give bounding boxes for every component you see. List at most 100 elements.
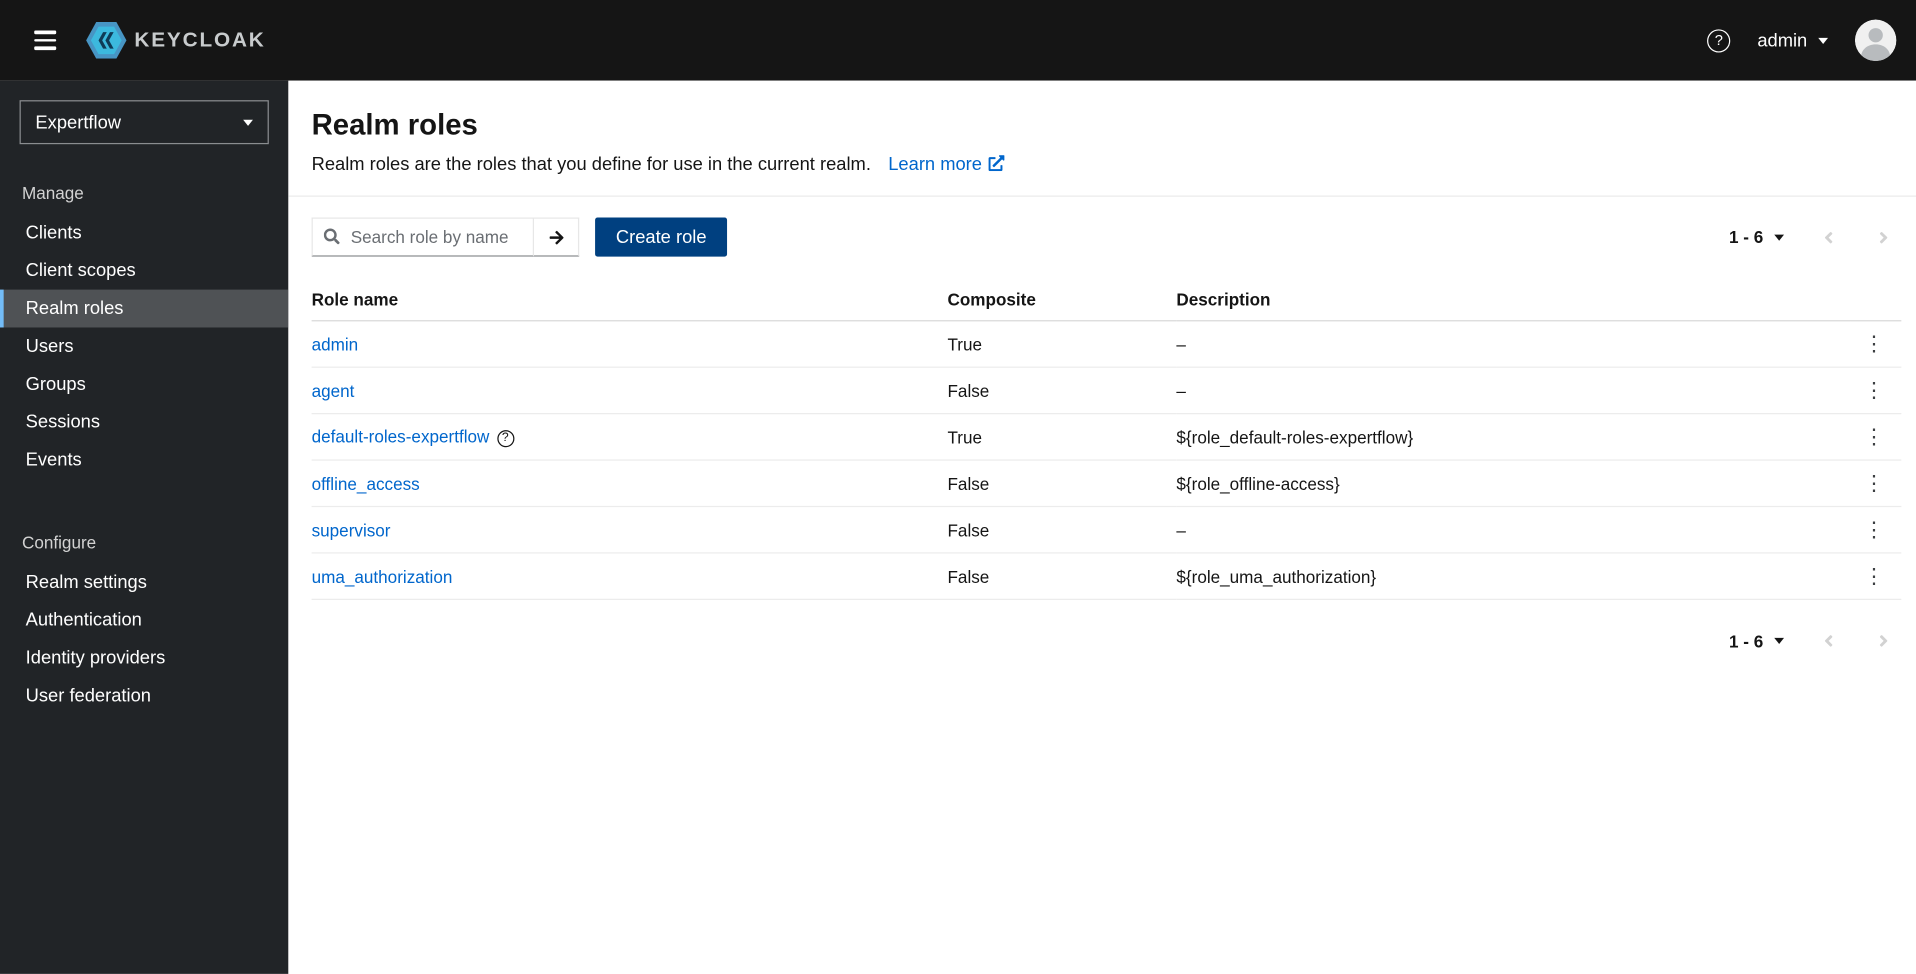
description-value: – bbox=[1176, 320, 1851, 368]
description-value: ${role_default-roles-expertflow} bbox=[1176, 413, 1851, 461]
page-description-text: Realm roles are the roles that you defin… bbox=[311, 153, 871, 175]
keycloak-wordmark: KEYCLOAK bbox=[134, 28, 266, 52]
sidebar: Expertflow Manage Clients Client scopes … bbox=[0, 80, 289, 974]
help-icon: ? bbox=[1707, 28, 1731, 52]
role-link-uma-authorization[interactable]: uma_authorization bbox=[312, 566, 453, 586]
description-value: ${role_uma_authorization} bbox=[1176, 552, 1851, 600]
column-header-composite: Composite bbox=[947, 278, 1177, 322]
chevron-down-icon bbox=[1774, 234, 1785, 241]
description-value: – bbox=[1176, 506, 1851, 554]
search-submit-button[interactable] bbox=[532, 217, 580, 257]
realm-selector-value: Expertflow bbox=[35, 111, 122, 133]
topbar-actions: ? admin bbox=[1707, 19, 1897, 62]
sidebar-section-configure: Configure Realm settings Authentication … bbox=[0, 511, 288, 715]
chevron-left-icon bbox=[1824, 635, 1833, 647]
description-value: – bbox=[1176, 367, 1851, 415]
kebab-menu-button[interactable]: ⋮ bbox=[1856, 331, 1891, 357]
chevron-down-icon bbox=[1774, 637, 1785, 644]
sidebar-item-events[interactable]: Events bbox=[0, 441, 288, 479]
role-link-agent[interactable]: agent bbox=[312, 381, 355, 401]
create-role-button[interactable]: Create role bbox=[595, 217, 728, 257]
avatar[interactable] bbox=[1854, 19, 1897, 62]
pagination-bottom: 1 - 6 bbox=[288, 600, 1916, 657]
role-link-supervisor[interactable]: supervisor bbox=[312, 520, 391, 540]
column-header-description: Description bbox=[1176, 278, 1851, 322]
page-layout: Expertflow Manage Clients Client scopes … bbox=[0, 80, 1916, 974]
help-button[interactable]: ? bbox=[1707, 28, 1731, 52]
username: admin bbox=[1757, 29, 1808, 51]
sidebar-item-sessions[interactable]: Sessions bbox=[0, 403, 288, 441]
pagination-next-button[interactable] bbox=[1866, 221, 1901, 254]
top-bar: KEYCLOAK ? admin bbox=[0, 0, 1916, 81]
keycloak-logo: KEYCLOAK bbox=[86, 21, 266, 59]
question-circle-icon[interactable]: ? bbox=[496, 430, 514, 448]
role-link-admin[interactable]: admin bbox=[312, 334, 359, 354]
sidebar-item-clients[interactable]: Clients bbox=[0, 214, 288, 252]
pagination-prev-button[interactable] bbox=[1811, 221, 1846, 254]
pagination-range: 1 - 6 bbox=[1729, 631, 1764, 651]
pagination-next-button[interactable] bbox=[1866, 624, 1901, 657]
kebab-menu-button[interactable]: ⋮ bbox=[1856, 470, 1891, 496]
role-link-offline-access[interactable]: offline_access bbox=[312, 474, 420, 494]
sidebar-item-user-federation[interactable]: User federation bbox=[0, 677, 288, 715]
kebab-menu-button[interactable]: ⋮ bbox=[1856, 424, 1891, 450]
kebab-menu-button[interactable]: ⋮ bbox=[1856, 563, 1891, 589]
chevron-down-icon bbox=[1818, 37, 1829, 44]
table-row: offline_access False ${role_offline-acce… bbox=[311, 460, 1902, 508]
sidebar-item-identity-providers[interactable]: Identity providers bbox=[0, 639, 288, 677]
sidebar-item-realm-settings[interactable]: Realm settings bbox=[0, 563, 288, 601]
section-title-manage: Manage bbox=[21, 183, 84, 203]
composite-value: False bbox=[947, 552, 1177, 600]
hamburger-icon bbox=[34, 30, 57, 34]
role-link-default-roles-expertflow[interactable]: default-roles-expertflow bbox=[312, 426, 490, 446]
column-header-role-name: Role name bbox=[311, 278, 948, 322]
table-row: supervisor False – ⋮ bbox=[311, 506, 1902, 554]
section-title-configure: Configure bbox=[21, 532, 97, 553]
search-icon bbox=[323, 228, 340, 245]
pagination-top: 1 - 6 bbox=[1729, 221, 1901, 254]
chevron-left-icon bbox=[1824, 231, 1833, 243]
sidebar-item-groups[interactable]: Groups bbox=[0, 365, 288, 403]
page-description: Realm roles are the roles that you defin… bbox=[312, 154, 1887, 175]
search-group bbox=[311, 217, 580, 257]
composite-value: False bbox=[947, 367, 1177, 415]
page-title: Realm roles bbox=[311, 108, 478, 142]
user-menu[interactable]: admin bbox=[1757, 29, 1829, 51]
chevron-down-icon bbox=[243, 119, 253, 126]
table-toolbar: Create role 1 - 6 bbox=[288, 197, 1916, 276]
hamburger-menu-button[interactable] bbox=[22, 19, 68, 62]
pagination-range-toggle[interactable]: 1 - 6 bbox=[1729, 631, 1785, 651]
pagination-prev-button[interactable] bbox=[1811, 624, 1846, 657]
table-row: agent False – ⋮ bbox=[311, 367, 1902, 415]
table-row: admin True – ⋮ bbox=[311, 320, 1902, 368]
chevron-right-icon bbox=[1879, 635, 1888, 647]
sidebar-item-realm-roles[interactable]: Realm roles bbox=[0, 289, 289, 328]
page-header: Realm roles Realm roles are the roles th… bbox=[288, 81, 1916, 197]
sidebar-item-users[interactable]: Users bbox=[0, 327, 288, 365]
pagination-range-toggle[interactable]: 1 - 6 bbox=[1729, 227, 1785, 247]
avatar-icon bbox=[1854, 19, 1897, 62]
main-content: Realm roles Realm roles are the roles th… bbox=[288, 80, 1916, 974]
sidebar-section-manage: Manage Clients Client scopes Realm roles… bbox=[0, 161, 289, 479]
chevron-right-icon bbox=[1879, 231, 1888, 243]
external-link-icon bbox=[988, 155, 1004, 172]
arrow-right-icon bbox=[549, 230, 563, 244]
table-row: default-roles-expertflow? True ${role_de… bbox=[311, 413, 1902, 461]
realm-roles-table: Role name Composite Description admin Tr… bbox=[311, 278, 1902, 600]
sidebar-item-client-scopes[interactable]: Client scopes bbox=[0, 252, 288, 290]
composite-value: True bbox=[947, 413, 1177, 461]
description-value: ${role_offline-access} bbox=[1176, 460, 1851, 508]
sidebar-item-authentication[interactable]: Authentication bbox=[0, 601, 288, 639]
kebab-menu-button[interactable]: ⋮ bbox=[1856, 517, 1891, 543]
table-header-row: Role name Composite Description bbox=[311, 278, 1902, 322]
table-row: uma_authorization False ${role_uma_autho… bbox=[311, 552, 1902, 600]
composite-value: False bbox=[947, 460, 1177, 508]
keycloak-admin-console: KEYCLOAK ? admin Expertflow Manage Clien… bbox=[0, 0, 1916, 974]
composite-value: False bbox=[947, 506, 1177, 554]
keycloak-logo-icon bbox=[86, 21, 127, 59]
learn-more-link[interactable]: Learn more bbox=[888, 154, 1004, 175]
composite-value: True bbox=[947, 320, 1177, 368]
kebab-menu-button[interactable]: ⋮ bbox=[1856, 378, 1891, 404]
search-input[interactable] bbox=[311, 217, 534, 257]
realm-selector[interactable]: Expertflow bbox=[19, 100, 269, 145]
